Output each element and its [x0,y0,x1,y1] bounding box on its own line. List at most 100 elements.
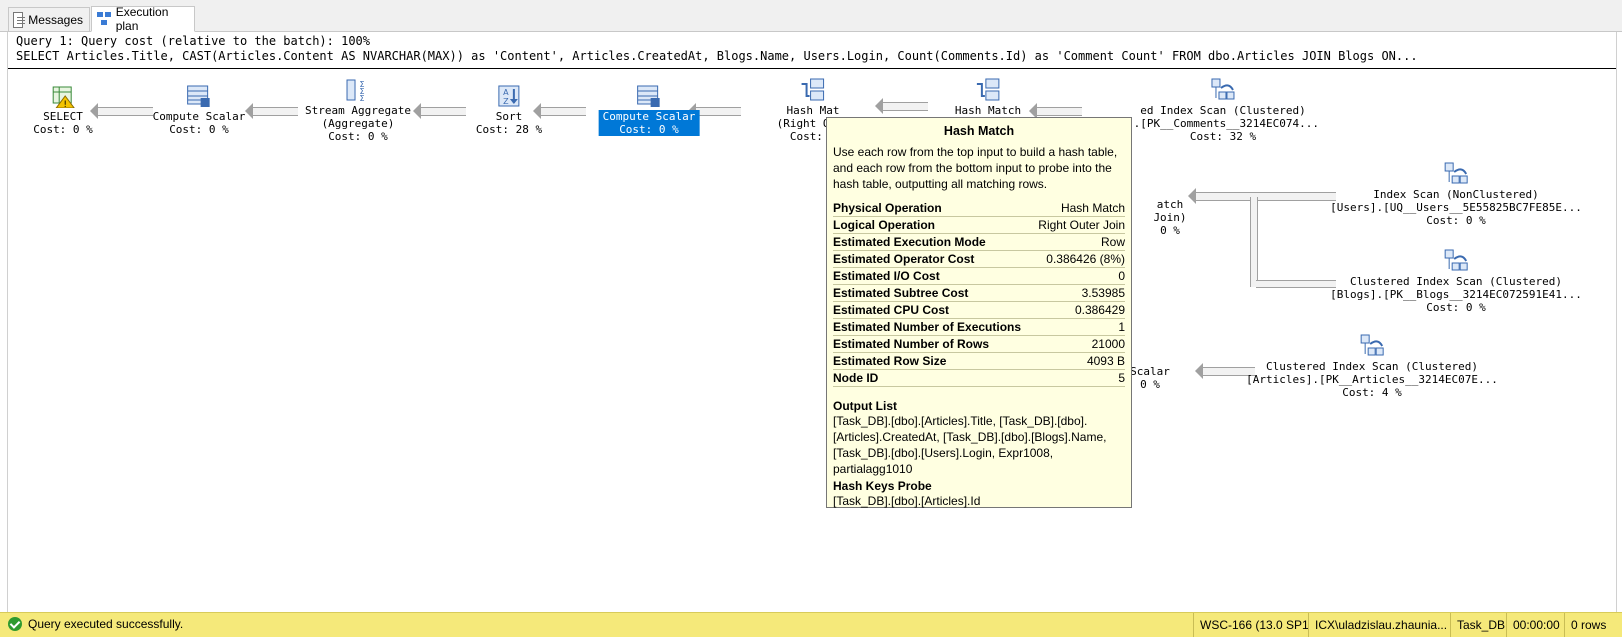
svg-text:Z: Z [503,97,509,106]
tab-execution-plan[interactable]: Execution plan [91,5,195,33]
node-sublabel: Join) [1153,211,1187,224]
plan-node-clustered-index-scan-comments[interactable]: ed Index Scan (Clustered) ].[PK__Comment… [1127,78,1319,143]
status-message: Query executed successfully. [8,617,183,631]
header-separator [8,68,1616,69]
tooltip-row: Estimated Operator Cost 0.386426 (8%) [833,252,1125,268]
plan-node-compute-scalar-selected[interactable]: Compute Scalar Cost: 0 % [598,84,700,136]
node-cost: Cost: 28 % [475,123,543,136]
node-cost: Cost: 0 % [33,123,93,136]
status-database: Task_DB [1450,613,1507,637]
tooltip-row: Estimated Number of Rows 21000 [833,337,1125,353]
status-server: WSC-166 (13.0 SP1) [1193,613,1309,637]
node-label: Scalar [1130,365,1170,378]
svg-text:A: A [503,88,509,97]
index-scan-icon [1444,162,1468,184]
query-sql-line: SELECT Articles.Title, CAST(Articles.Con… [16,49,1418,63]
node-label: atch [1156,198,1184,211]
result-tabstrip: Messages Execution plan [0,0,1622,33]
status-message-text: Query executed successfully. [28,617,184,631]
node-cost: 0 % [1140,378,1160,391]
node-label: Index Scan (NonClustered) [1373,188,1539,201]
tooltip-output-list: [Task_DB].[dbo].[Articles].Title, [Task_… [833,414,1107,476]
node-label: SELECT [43,110,83,123]
node-sublabel: ].[PK__Comments__3214EC074... [1126,117,1320,130]
node-label: Clustered Index Scan (Clustered) [1266,360,1478,373]
hash-match-icon [976,78,1000,101]
plan-node-clustered-index-scan-articles[interactable]: Clustered Index Scan (Clustered) [Articl… [1246,334,1498,399]
plan-node-index-scan-users[interactable]: Index Scan (NonClustered) [Users].[UQ__U… [1330,162,1582,227]
node-cost: Cost: 0 % [328,130,388,143]
plan-node-hash-match-2[interactable]: Hash Match [955,78,1021,117]
node-cost: Cost: 0 % [619,123,679,136]
sort-icon: AZ [498,85,520,107]
plan-node-stream-aggregate[interactable]: ΣΣΣ Stream Aggregate (Aggregate) Cost: 0… [305,78,411,143]
clustered-index-scan-icon [1444,249,1468,271]
node-label: Compute Scalar [152,110,246,123]
node-label: Stream Aggregate [305,104,411,117]
node-label: Hash Match [954,104,1022,117]
node-label: Clustered Index Scan (Clustered) [1350,275,1562,288]
tooltip-row: Estimated CPU Cost 0.386429 [833,303,1125,319]
flow-arrow [533,103,586,119]
node-sublabel: (Aggregate) [321,117,395,130]
node-label: Compute Scalar [602,110,696,123]
plan-node-hash-match-3[interactable]: atch Join) 0 % [1153,198,1186,237]
flow-connector [1256,280,1336,288]
query-cost-line: Query 1: Query cost (relative to the bat… [16,34,371,48]
tab-messages[interactable]: Messages [8,7,90,31]
flow-connector [1250,197,1258,287]
tooltip-row: Physical Operation Hash Match [833,201,1125,217]
plan-node-clustered-index-scan-blogs[interactable]: Clustered Index Scan (Clustered) [Blogs]… [1330,249,1582,314]
node-label: Hash Mat [786,104,840,117]
clustered-index-scan-icon [1360,334,1384,356]
plan-node-compute-scalar-3[interactable]: Scalar 0 % [1130,365,1170,391]
stream-aggregate-icon: ΣΣΣ [346,79,365,102]
tooltip-properties: Physical Operation Hash Match Logical Ope… [833,200,1125,387]
flow-arrow [688,103,741,119]
compute-scalar-icon [187,85,210,107]
tab-execution-plan-label: Execution plan [115,5,169,33]
clustered-index-scan-icon [1211,78,1235,100]
node-sublabel: [Articles].[PK__Articles__3214EC07E... [1246,373,1498,386]
execution-plan-pane[interactable]: Query 1: Query cost (relative to the bat… [7,32,1617,612]
status-bar: Query executed successfully. WSC-166 (13… [0,612,1622,637]
flow-arrow [1029,103,1082,119]
tooltip-row: Estimated Row Size 4093 B [833,354,1125,370]
node-cost: Cost: 32 % [1189,130,1257,143]
flow-arrow [1188,188,1336,204]
compute-scalar-icon [637,85,660,107]
success-check-icon [8,617,22,631]
operator-tooltip: Hash Match Use each row from the top inp… [826,117,1132,508]
flow-arrow [875,98,928,114]
flow-arrow [90,103,153,119]
svg-text:!: ! [63,100,67,108]
hash-match-icon [801,78,825,101]
node-cost: Cost: 4 % [1342,386,1402,399]
select-icon: ! [52,86,75,108]
node-cost: Cost: 0 % [169,123,229,136]
execution-plan-icon [96,11,111,27]
node-sublabel: [Users].[UQ__Users__5E55825BC7FE85E... [1330,201,1582,214]
flow-arrow [245,103,298,119]
node-cost: Cost: 0 % [1426,301,1486,314]
tooltip-row: Estimated I/O Cost 0 [833,269,1125,285]
tooltip-row: Estimated Subtree Cost 3.53985 [833,286,1125,302]
svg-text:Σ: Σ [359,94,364,102]
tooltip-row: Logical Operation Right Outer Join [833,218,1125,234]
status-user: ICX\uladzislau.zhaunia... [1308,613,1451,637]
plan-node-sort[interactable]: AZ Sort Cost: 28 % [476,84,542,136]
status-elapsed: 00:00:00 [1506,613,1565,637]
plan-node-select[interactable]: ! SELECT Cost: 0 % [33,84,93,136]
node-label: ed Index Scan (Clustered) [1140,104,1306,117]
tooltip-hash-keys: [Task_DB].[dbo].[Articles].Id [833,494,981,508]
tooltip-description: Use each row from the top input to build… [833,145,1118,191]
tooltip-row: Node ID 5 [833,371,1125,387]
plan-node-compute-scalar[interactable]: Compute Scalar Cost: 0 % [152,84,246,136]
tooltip-hash-keys-title: Hash Keys Probe [833,479,932,493]
node-cost: Cost: 0 % [1426,214,1486,227]
tab-messages-label: Messages [28,12,83,27]
node-label: Sort [495,110,523,123]
node-cost: 0 % [1160,224,1180,237]
node-sublabel: [Blogs].[PK__Blogs__3214EC072591E41... [1330,288,1582,301]
messages-icon [13,11,26,28]
